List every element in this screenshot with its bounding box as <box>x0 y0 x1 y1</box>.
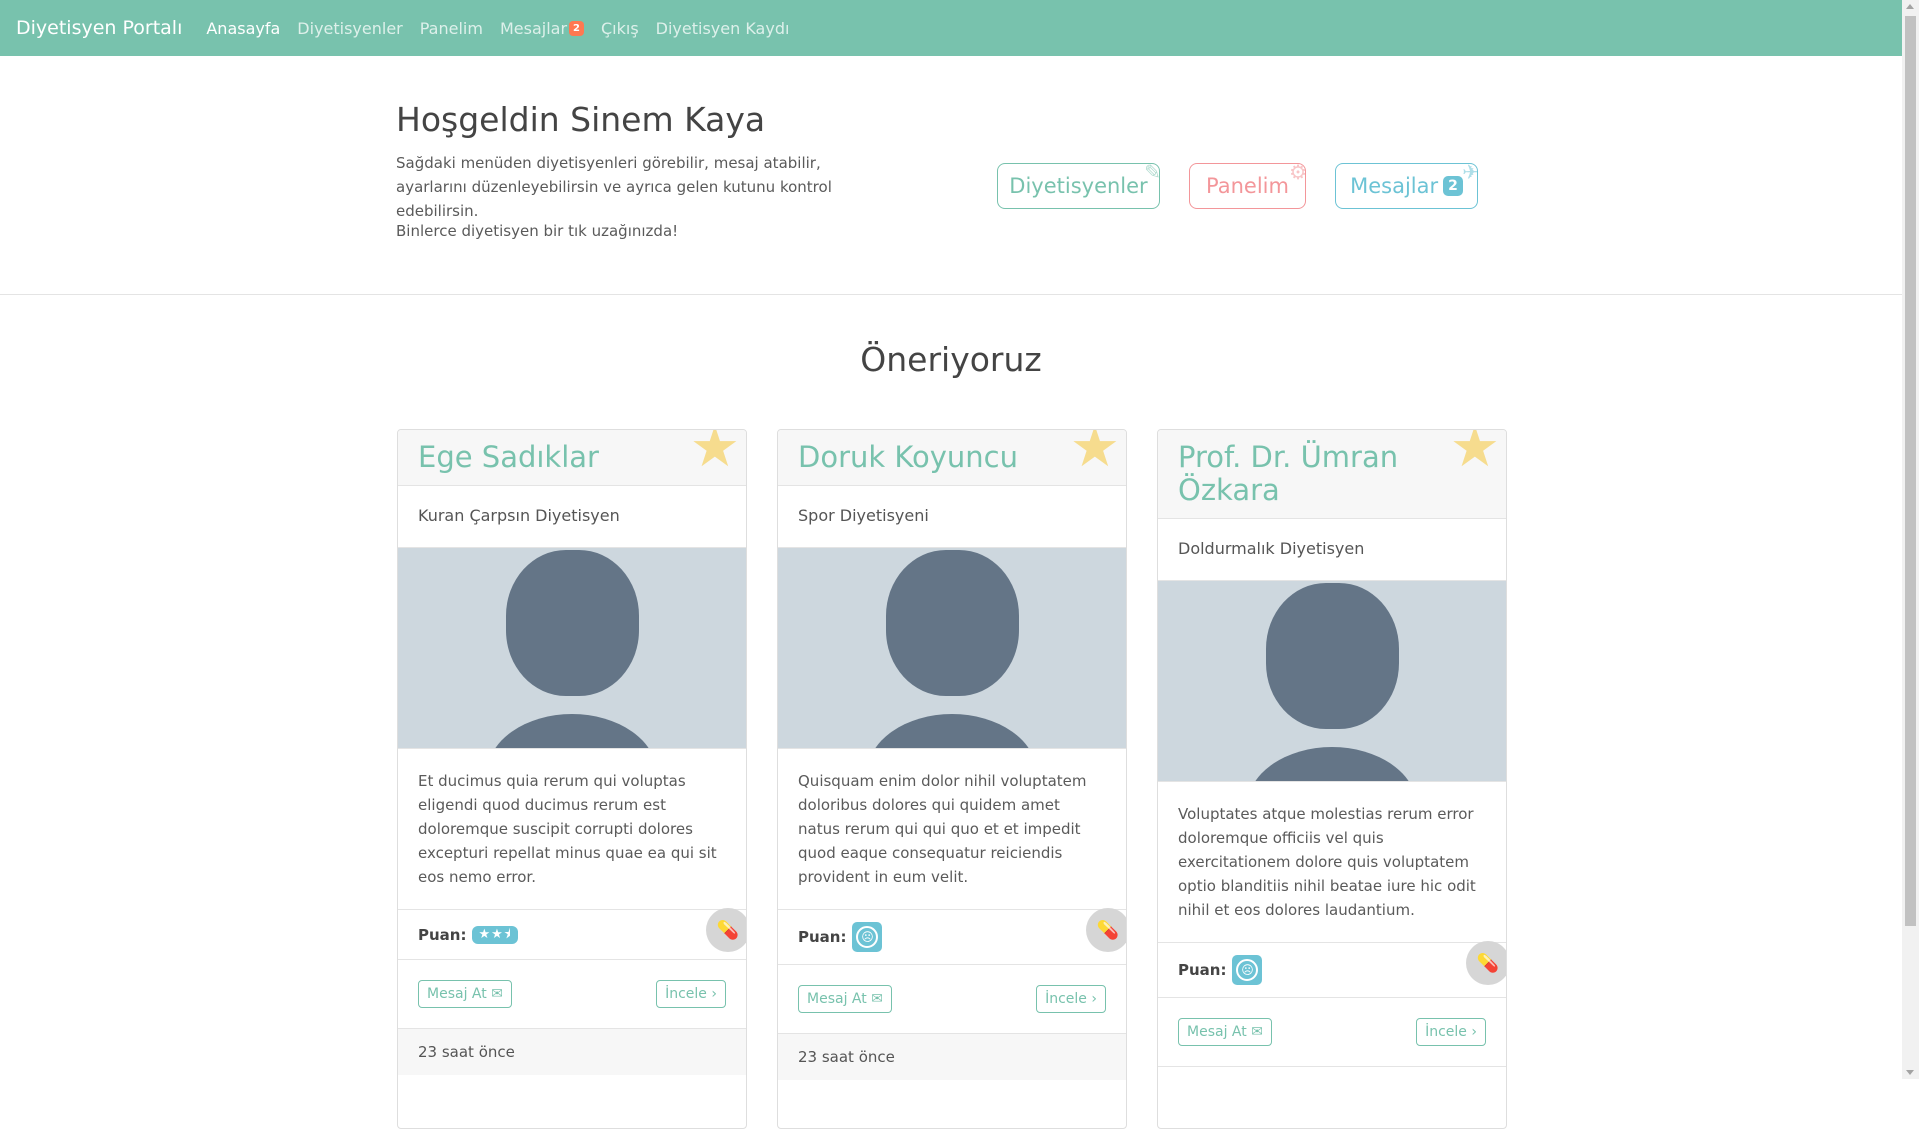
card-actions: Mesaj At ✉ İncele › <box>778 965 1126 1034</box>
dietitian-name: Doruk Koyuncu <box>798 440 1018 474</box>
sad-face-icon: ☹ <box>1236 959 1259 981</box>
card-actions: Mesaj At ✉ İncele › <box>1158 998 1506 1067</box>
view-button[interactable]: İncele › <box>1036 985 1106 1013</box>
send-message-button[interactable]: Mesaj At ✉ <box>418 980 512 1008</box>
envelope-icon: ✉ <box>871 991 883 1007</box>
messages-button[interactable]: Mesajlar 2 ✈ <box>1335 163 1478 209</box>
rating-sad-badge: ☹ <box>1232 955 1263 985</box>
dietitian-name: Prof. Dr. Ümran Özkara <box>1178 440 1399 507</box>
star-half-icon: ⯨ <box>503 926 512 942</box>
star-icon: ★ <box>689 429 740 480</box>
welcome-description: Sağdaki menüden diyetisyenleri görebilir… <box>396 154 832 220</box>
card-footer-time: 23 saat önce <box>398 1029 746 1075</box>
messages-button-label: Mesajlar <box>1350 174 1439 198</box>
avatar <box>398 548 746 748</box>
nav-messages[interactable]: Mesajlar 2 <box>500 19 584 38</box>
chevron-right-icon: › <box>711 986 717 1002</box>
chevron-right-icon: › <box>1091 991 1097 1007</box>
nav-messages-label: Mesajlar <box>499 18 568 38</box>
page-scrollbar[interactable] <box>1902 0 1919 1079</box>
send-message-label: Mesaj At <box>427 986 487 1002</box>
top-navbar: Diyetisyen Portalı Anasayfa Diyetisyenle… <box>0 0 1902 56</box>
section-divider <box>0 294 1902 295</box>
star-icon: ★ <box>491 926 504 942</box>
card-header: Ege Sadıklar ★ <box>398 430 746 486</box>
avatar-body <box>867 714 1037 748</box>
view-label: İncele <box>1425 1024 1467 1040</box>
card-footer-time: 23 saat önce <box>778 1034 1126 1080</box>
nav-panel[interactable]: Panelim <box>420 19 483 38</box>
dietitian-specialty: Spor Diyetisyeni <box>778 486 1126 548</box>
avatar-body <box>1247 747 1417 781</box>
rating-row: Puan: ★★⯨ 💊 <box>398 908 746 960</box>
envelope-icon: ✉ <box>1251 1024 1263 1040</box>
view-label: İncele <box>665 986 707 1002</box>
welcome-title: Hoşgeldin Sinem Kaya <box>396 100 766 139</box>
dietitian-description: Et ducimus quia rerum qui voluptas elige… <box>398 748 746 910</box>
send-message-button[interactable]: Mesaj At ✉ <box>1178 1018 1272 1046</box>
nav-messages-badge: 2 <box>569 20 584 36</box>
card-header: Prof. Dr. Ümran Özkara ★ <box>1158 430 1506 519</box>
dietitian-card: Ege Sadıklar ★ Kuran Çarpsın Diyetisyen … <box>397 429 747 1129</box>
pill-icon: 💊 <box>1086 908 1126 952</box>
rating-row: Puan: ☹ 💊 <box>778 908 1126 965</box>
dietitian-card: Doruk Koyuncu ★ Spor Diyetisyeni Quisqua… <box>777 429 1127 1129</box>
rating-sad-badge: ☹ <box>852 922 883 952</box>
scroll-thumb[interactable] <box>1905 16 1916 926</box>
dietitian-card: Prof. Dr. Ümran Özkara ★ Doldurmalık Diy… <box>1157 429 1507 1129</box>
section-title: Öneriyoruz <box>860 340 1042 379</box>
star-icon: ★ <box>1449 429 1500 480</box>
nav-home[interactable]: Anasayfa <box>206 19 280 38</box>
view-button[interactable]: İncele › <box>1416 1018 1486 1046</box>
rating-label: Puan: <box>418 925 467 944</box>
send-message-label: Mesaj At <box>807 991 867 1007</box>
envelope-icon: ✉ <box>491 986 503 1002</box>
nav-logout[interactable]: Çıkış <box>601 19 639 38</box>
gear-icon: ⚙ <box>1289 163 1306 184</box>
card-actions: Mesaj At ✉ İncele › <box>398 960 746 1029</box>
rating-label: Puan: <box>798 928 847 946</box>
avatar-head <box>886 550 1019 696</box>
card-header: Doruk Koyuncu ★ <box>778 430 1126 486</box>
scroll-down-icon[interactable] <box>1906 1070 1914 1075</box>
pill-icon: 💊 <box>706 908 746 952</box>
avatar <box>778 548 1126 748</box>
dietitian-name: Ege Sadıklar <box>418 440 599 474</box>
rating-stars-badge: ★★⯨ <box>472 925 518 944</box>
pill-icon: 💊 <box>1466 941 1506 985</box>
view-button[interactable]: İncele › <box>656 980 726 1008</box>
avatar-head <box>506 550 639 696</box>
dietitians-button[interactable]: Diyetisyenler ✎ <box>997 163 1160 209</box>
avatar-head <box>1266 583 1399 729</box>
rating-row: Puan: ☹ 💊 <box>1158 941 1506 998</box>
sad-face-icon: ☹ <box>856 926 879 948</box>
avatar <box>1158 581 1506 781</box>
dietitian-specialty: Doldurmalık Diyetisyen <box>1158 519 1506 581</box>
nav-dietitians[interactable]: Diyetisyenler <box>297 19 402 38</box>
view-label: İncele <box>1045 991 1087 1007</box>
send-message-button[interactable]: Mesaj At ✉ <box>798 985 892 1013</box>
brand-link[interactable]: Diyetisyen Portalı <box>16 17 182 39</box>
chevron-right-icon: › <box>1471 1024 1477 1040</box>
send-message-label: Mesaj At <box>1187 1024 1247 1040</box>
messages-button-badge: 2 <box>1443 176 1463 196</box>
welcome-tagline: Binlerce diyetisyen bir tık uzağınızda! <box>396 222 679 240</box>
avatar-body <box>487 714 657 748</box>
rating-label: Puan: <box>1178 961 1227 979</box>
nav-dietitian-register[interactable]: Diyetisyen Kaydı <box>656 19 790 38</box>
star-icon: ★ <box>1069 429 1120 480</box>
scroll-up-icon[interactable] <box>1906 4 1914 9</box>
dietitian-description: Voluptates atque molestias rerum error d… <box>1158 781 1506 943</box>
panel-button-label: Panelim <box>1206 174 1289 198</box>
paper-plane-icon: ✈ <box>1462 163 1478 184</box>
dietitians-button-label: Diyetisyenler <box>1009 174 1148 198</box>
panel-button[interactable]: Panelim ⚙ <box>1189 163 1306 209</box>
star-icon: ★ <box>478 926 492 942</box>
dietitian-specialty: Kuran Çarpsın Diyetisyen <box>398 486 746 548</box>
dietitian-description: Quisquam enim dolor nihil voluptatem dol… <box>778 748 1126 910</box>
utensils-icon: ✎ <box>1144 163 1160 184</box>
